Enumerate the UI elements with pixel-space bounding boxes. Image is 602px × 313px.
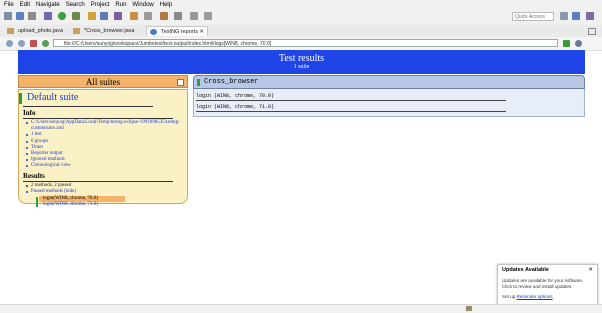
updates-notification[interactable]: Updates Available ✕ Updates are availabl… [497,264,598,306]
suite-panel: Default suite Info C:\Users\sunyog\AppDa… [18,89,188,207]
next-annotation-icon[interactable] [174,12,182,20]
suite-count: 1 suite [293,64,310,70]
refresh-icon[interactable] [42,40,49,47]
menu-help[interactable]: Help [160,2,172,8]
debug-config-icon[interactable] [44,12,52,20]
tab-label: upload_photo.java [18,28,63,34]
method-row: login (WIN8, chrome, 70.0) [196,93,275,99]
toolbar: Quick Access [0,9,602,26]
divider [23,181,173,182]
close-icon[interactable]: ✕ [588,267,593,273]
globe-icon [150,29,157,35]
chronological-view-link[interactable]: Chronological view [25,163,185,169]
open-perspective-icon[interactable] [560,12,568,20]
tab-cross-browser[interactable]: *Cross_browser.java [70,26,142,36]
print-icon[interactable] [28,12,36,20]
pass-marker [36,197,38,207]
all-suites-header[interactable]: All suites [18,75,188,88]
new-icon[interactable] [4,12,12,20]
menu-project[interactable]: Project [91,2,110,8]
all-suites-label: All suites [85,77,121,87]
menu-run[interactable]: Run [115,2,126,8]
browser-nav-bar: file:///C:/Users/sunyog/workspace/Jumbot… [0,37,602,51]
java-file-icon [7,28,14,34]
new-java-project-icon[interactable] [88,12,96,20]
forward-icon[interactable] [18,40,25,47]
divider [23,106,153,107]
tab-label: *Cross_browser.java [84,28,135,34]
suite-file-link[interactable]: C:\Users\sunyog\AppData\Local\Temp\testn… [25,120,181,132]
menu-navigate[interactable]: Navigate [36,2,60,8]
run-icon[interactable] [58,12,66,20]
notification-body: Updates are available for your software.… [502,278,584,289]
tab-upload-photo[interactable]: upload_photo.java [4,26,66,36]
close-icon[interactable]: ✕ [199,27,204,37]
passed-method-item[interactable]: login(WIN8, chrome, 71.0) [39,202,98,208]
new-package-icon[interactable] [100,12,108,20]
method-list: login (WIN8, chrome, 70.0) login (WIN8, … [193,89,585,117]
menu-file[interactable]: File [4,2,14,8]
class-name: Cross_browser [204,78,259,86]
tab-testng-reports[interactable]: TestNG reports ✕ [146,26,208,36]
passed-methods-toggle[interactable]: Passed methods (hide) [25,189,145,195]
menu-bar: File Edit Navigate Search Project Run Wi… [0,0,602,9]
stop-icon[interactable] [30,40,37,47]
menu-edit[interactable]: Edit [20,2,30,8]
suite-title[interactable]: Default suite [27,92,78,103]
menu-search[interactable]: Search [66,2,85,8]
java-ee-perspective-icon[interactable] [572,12,580,20]
test-results-title: Test results [278,53,325,64]
divider [196,111,506,112]
notification-title: Updates Available [502,267,549,273]
url-field[interactable]: file:///C:/Users/sunyog/workspace/Jumbot… [53,39,558,47]
annotation-icon[interactable] [160,12,168,20]
info-list: C:\Users\sunyog\AppData\Local\Temp\testn… [25,120,185,170]
results-heading: Results [23,172,45,180]
back-icon[interactable] [6,40,13,47]
maximize-icon[interactable] [588,28,596,35]
pass-status-bar [197,79,200,86]
method-row: login (WIN8, chrome, 71.0) [196,104,275,110]
info-heading: Info [23,109,36,117]
java-file-icon [73,28,80,34]
forward-icon[interactable] [204,12,212,20]
new-class-icon[interactable] [114,12,122,20]
save-icon[interactable] [16,12,24,20]
quick-access-field[interactable]: Quick Access [512,12,554,21]
go-icon[interactable] [563,40,570,47]
menu-window[interactable]: Window [132,2,153,8]
results-list: 2 methods, 2 passed Passed methods (hide… [25,183,145,195]
reminder-options-link[interactable]: Reminder options [517,294,553,299]
java-perspective-icon[interactable] [586,12,594,20]
menu-icon[interactable] [575,40,582,47]
back-icon[interactable] [190,12,198,20]
class-header: Cross_browser [193,75,585,89]
tab-label: TestNG reports [161,29,198,35]
open-type-icon[interactable] [130,12,138,20]
notification-footer: Set up Reminder options [502,294,553,299]
link-prefix: Set up [502,294,516,299]
run-dropdown-icon[interactable] [72,12,80,20]
search-icon[interactable] [144,12,152,20]
update-icon[interactable] [466,306,472,311]
test-results-header: Test results 1 suite [18,50,585,74]
collapse-icon[interactable] [177,79,184,86]
divider [23,118,173,119]
pass-status-bar [19,93,22,104]
divider [196,100,506,101]
